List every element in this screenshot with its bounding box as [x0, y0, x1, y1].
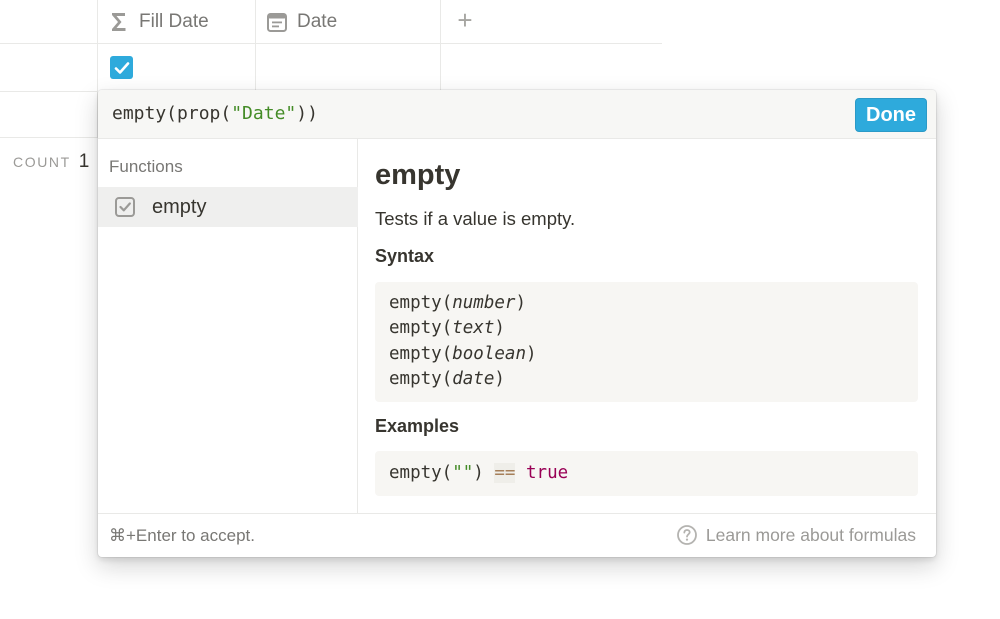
- function-description: Tests if a value is empty.: [375, 208, 576, 229]
- shortcut-hint: ⌘+Enter to accept.: [109, 526, 255, 545]
- function-detail-panel: empty Tests if a value is empty. Syntax …: [359, 139, 936, 513]
- function-title: empty: [375, 159, 461, 191]
- column-header-date[interactable]: Date: [266, 0, 337, 44]
- formula-string-token: "Date": [231, 103, 297, 124]
- popup-footer: ⌘+Enter to accept. Learn more about form…: [98, 513, 936, 557]
- table-divider: [0, 137, 98, 138]
- help-circle-icon: [676, 524, 698, 546]
- count-label: COUNT: [13, 154, 71, 170]
- calendar-icon: [266, 11, 288, 33]
- count-value: 1: [78, 151, 90, 172]
- syntax-line: empty(number): [389, 293, 526, 313]
- formula-input[interactable]: empty(prop("Date")): [112, 103, 318, 124]
- table-divider: [255, 0, 256, 92]
- formula-token: empty(prop(: [112, 103, 232, 124]
- learn-more-link[interactable]: Learn more about formulas: [676, 524, 916, 546]
- table-divider: [440, 0, 441, 92]
- syntax-line: empty(text): [389, 318, 505, 339]
- column-header-label: Fill Date: [139, 11, 209, 32]
- keyword-token: true: [526, 463, 569, 483]
- column-header-label: Date: [297, 11, 338, 32]
- formula-input-bar: empty(prop("Date")) Done: [98, 90, 936, 139]
- formula-editor-popup: empty(prop("Date")) Done Functions empty…: [98, 90, 936, 557]
- syntax-line: empty(date): [389, 368, 505, 389]
- syntax-line: empty(boolean): [389, 343, 537, 364]
- plus-icon: +: [457, 5, 473, 35]
- checkbox-icon: [114, 196, 136, 218]
- operator-token: ==: [494, 463, 516, 483]
- formula-token: )): [296, 103, 318, 124]
- count-summary[interactable]: COUNT 1: [13, 151, 89, 173]
- sigma-formula-icon: [108, 11, 130, 33]
- checkmark-icon: [114, 61, 129, 74]
- functions-list: Functions empty: [98, 139, 358, 513]
- done-button[interactable]: Done: [855, 98, 927, 132]
- syntax-code-block: empty(number) empty(text) empty(boolean)…: [375, 282, 918, 402]
- syntax-heading: Syntax: [375, 246, 435, 266]
- example-code-block: empty("") == true: [375, 451, 918, 496]
- function-item-empty[interactable]: empty: [98, 187, 358, 227]
- add-column-button[interactable]: +: [452, 6, 478, 34]
- function-item-label: empty: [152, 195, 207, 218]
- functions-heading: Functions: [109, 157, 183, 176]
- table-divider: [0, 91, 98, 92]
- column-header-fill-date[interactable]: Fill Date: [108, 0, 209, 44]
- examples-heading: Examples: [375, 416, 460, 436]
- learn-more-label: Learn more about formulas: [705, 524, 916, 545]
- row-checkbox[interactable]: [110, 56, 133, 79]
